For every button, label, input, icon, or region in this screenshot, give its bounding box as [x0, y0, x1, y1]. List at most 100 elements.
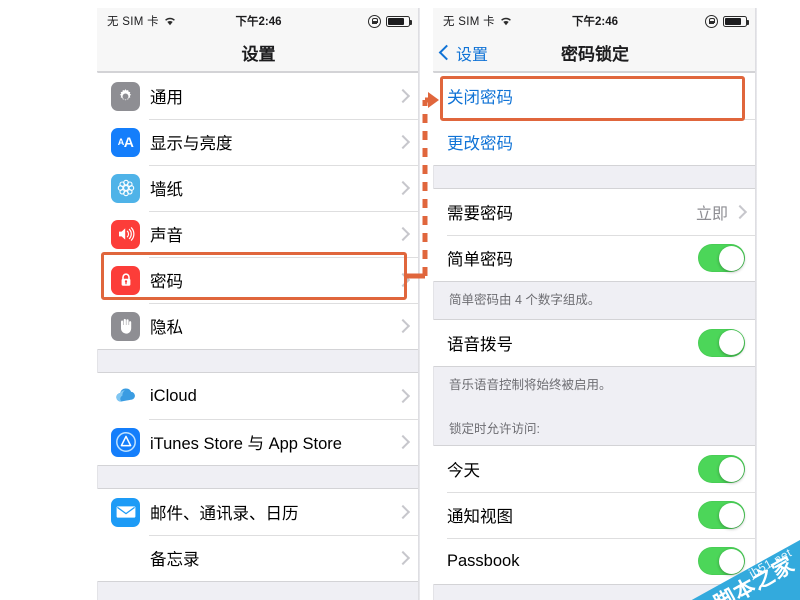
- nav-bar-right: 设置 密码锁定: [433, 34, 757, 72]
- chevron-right-icon: [395, 272, 411, 288]
- settings-group-2: iCloud iTunes Store 与 App Store: [97, 372, 420, 466]
- rotation-lock-icon: [368, 14, 381, 28]
- back-button[interactable]: 设置: [438, 41, 489, 65]
- appstore-icon: [111, 427, 140, 457]
- speaker-icon: [111, 219, 140, 249]
- battery-icon: [723, 15, 749, 27]
- sidebar-item-mail-contacts-calendars[interactable]: 邮件、通讯录、日历: [97, 489, 420, 535]
- simple-passcode-row[interactable]: 简单密码: [433, 235, 757, 281]
- sidebar-item-general[interactable]: 通用: [97, 73, 420, 119]
- left-phone-settings-screen: 无 SIM 卡 下午2:46 设置 通用 A A 显示与亮度 墙纸 声音 密码 …: [97, 8, 420, 600]
- sidebar-item-label: iTunes Store 与 App Store: [150, 435, 342, 453]
- page-title: 设置: [241, 45, 276, 64]
- notes-icon: [111, 543, 140, 573]
- chevron-right-icon: [395, 434, 411, 450]
- connector-arrowhead: [428, 92, 439, 108]
- today-label: 今天: [447, 462, 480, 481]
- allow-access-group: 今天 通知视图 Passbook: [433, 445, 757, 586]
- icloud-icon: [111, 381, 140, 411]
- notifications-view-toggle[interactable]: [698, 501, 745, 530]
- status-bar-left-group: 无 SIM 卡: [443, 13, 512, 29]
- sidebar-item-label: iCloud: [150, 386, 197, 405]
- voice-dial-toggle[interactable]: [698, 328, 745, 357]
- sidebar-item-label: 备忘录: [150, 551, 200, 569]
- passcode-actions-group: 关闭密码 更改密码: [433, 72, 757, 166]
- turn-off-passcode-row[interactable]: 关闭密码: [433, 73, 757, 119]
- battery-icon: [386, 15, 412, 27]
- sidebar-item-wallpaper[interactable]: 墙纸: [97, 165, 420, 211]
- passbook-row[interactable]: Passbook: [433, 538, 757, 585]
- sidebar-item-icloud[interactable]: iCloud: [97, 373, 420, 419]
- chevron-right-icon: [395, 318, 411, 334]
- passcode-options-group: 需要密码 立即 简单密码: [433, 188, 757, 282]
- sidebar-item-label: 密码: [150, 273, 183, 291]
- wifi-icon: [500, 16, 512, 26]
- status-bar-right-group: [705, 14, 749, 28]
- section-gap: [433, 166, 757, 188]
- section-gap: [97, 350, 420, 372]
- carrier-label: 无 SIM 卡: [107, 16, 159, 28]
- notifications-view-label: 通知视图: [447, 508, 513, 527]
- back-button-label: 设置: [456, 46, 489, 64]
- status-bar-left: 无 SIM 卡 下午2:46: [97, 8, 420, 34]
- wifi-icon: [164, 16, 176, 26]
- sidebar-item-passcode[interactable]: 密码: [97, 257, 420, 303]
- change-passcode-label: 更改密码: [447, 135, 513, 153]
- chevron-right-icon: [395, 504, 411, 520]
- voice-dial-row[interactable]: 语音拨号: [433, 319, 757, 366]
- voice-dial-label: 语音拨号: [447, 335, 513, 354]
- screenshot-canvas: 无 SIM 卡 下午2:46 设置 通用 A A 显示与亮度 墙纸 声音 密码 …: [0, 0, 800, 600]
- require-passcode-row[interactable]: 需要密码 立即: [433, 189, 757, 235]
- sidebar-item-itunes-appstore[interactable]: iTunes Store 与 App Store: [97, 419, 420, 465]
- sidebar-item-label: 邮件、通讯录、日历: [150, 505, 299, 523]
- sidebar-item-label: 显示与亮度: [150, 135, 233, 153]
- require-passcode-value: 立即: [695, 206, 728, 223]
- settings-list[interactable]: 通用 AA 显示与亮度 墙纸 声音 密码 隐私 iCloud iTunes St…: [97, 72, 420, 600]
- passbook-toggle[interactable]: [698, 547, 745, 576]
- status-bar-right-group: [368, 14, 412, 28]
- sidebar-item-label: 通用: [150, 89, 183, 107]
- lock-icon: [111, 265, 140, 295]
- chevron-right-icon: [732, 204, 748, 220]
- passbook-label: Passbook: [447, 551, 520, 570]
- require-passcode-label: 需要密码: [447, 205, 513, 223]
- status-bar-left-group: 无 SIM 卡: [107, 13, 176, 29]
- chevron-right-icon: [395, 550, 411, 566]
- chevron-right-icon: [395, 388, 411, 404]
- text-size-icon: AA: [111, 127, 140, 157]
- simple-passcode-footer: 简单密码由 4 个数字组成。: [433, 282, 757, 319]
- change-passcode-row[interactable]: 更改密码: [433, 119, 757, 165]
- simple-passcode-label: 简单密码: [447, 251, 513, 269]
- voice-dial-footer: 音乐语音控制将始终被启用。: [433, 366, 757, 404]
- nav-bar-left: 设置: [97, 34, 420, 72]
- notifications-view-row[interactable]: 通知视图: [433, 492, 757, 539]
- status-bar-right: 无 SIM 卡 下午2:46: [433, 8, 757, 34]
- passcode-settings-list[interactable]: 关闭密码 更改密码 需要密码 立即 简单密码 简单密码由 4 个数字组成。 语音…: [433, 72, 757, 600]
- gear-icon: [111, 81, 140, 111]
- section-gap: [97, 466, 420, 488]
- turn-off-passcode-label: 关闭密码: [447, 89, 513, 107]
- allow-access-header: 锁定时允许访问:: [433, 403, 757, 446]
- sidebar-item-notes[interactable]: 备忘录: [97, 535, 420, 581]
- carrier-label: 无 SIM 卡: [443, 16, 495, 28]
- mail-icon: [111, 497, 140, 527]
- sidebar-item-sounds[interactable]: 声音: [97, 211, 420, 257]
- sidebar-item-privacy[interactable]: 隐私: [97, 303, 420, 349]
- sidebar-item-label: 墙纸: [150, 181, 183, 199]
- chevron-right-icon: [395, 226, 411, 242]
- chevron-left-icon: [438, 44, 455, 61]
- wallpaper-icon: [111, 173, 140, 203]
- chevron-right-icon: [395, 88, 411, 104]
- chevron-right-icon: [395, 180, 411, 196]
- today-row[interactable]: 今天: [433, 446, 757, 493]
- right-phone-passcode-lock-screen: 无 SIM 卡 下午2:46 设置 密码锁定 关闭密码 更改密码 需要密码 立即…: [433, 8, 757, 600]
- hand-icon: [111, 311, 140, 341]
- voice-dial-group: 语音拨号: [433, 318, 757, 367]
- settings-group-3: 邮件、通讯录、日历 备忘录: [97, 488, 420, 582]
- simple-passcode-toggle[interactable]: [698, 244, 745, 272]
- settings-group-1: 通用 AA 显示与亮度 墙纸 声音 密码 隐私: [97, 72, 420, 350]
- sidebar-item-label: 声音: [150, 227, 183, 245]
- today-toggle[interactable]: [698, 455, 745, 484]
- rotation-lock-icon: [705, 14, 718, 28]
- sidebar-item-display-brightness[interactable]: AA 显示与亮度: [97, 119, 420, 165]
